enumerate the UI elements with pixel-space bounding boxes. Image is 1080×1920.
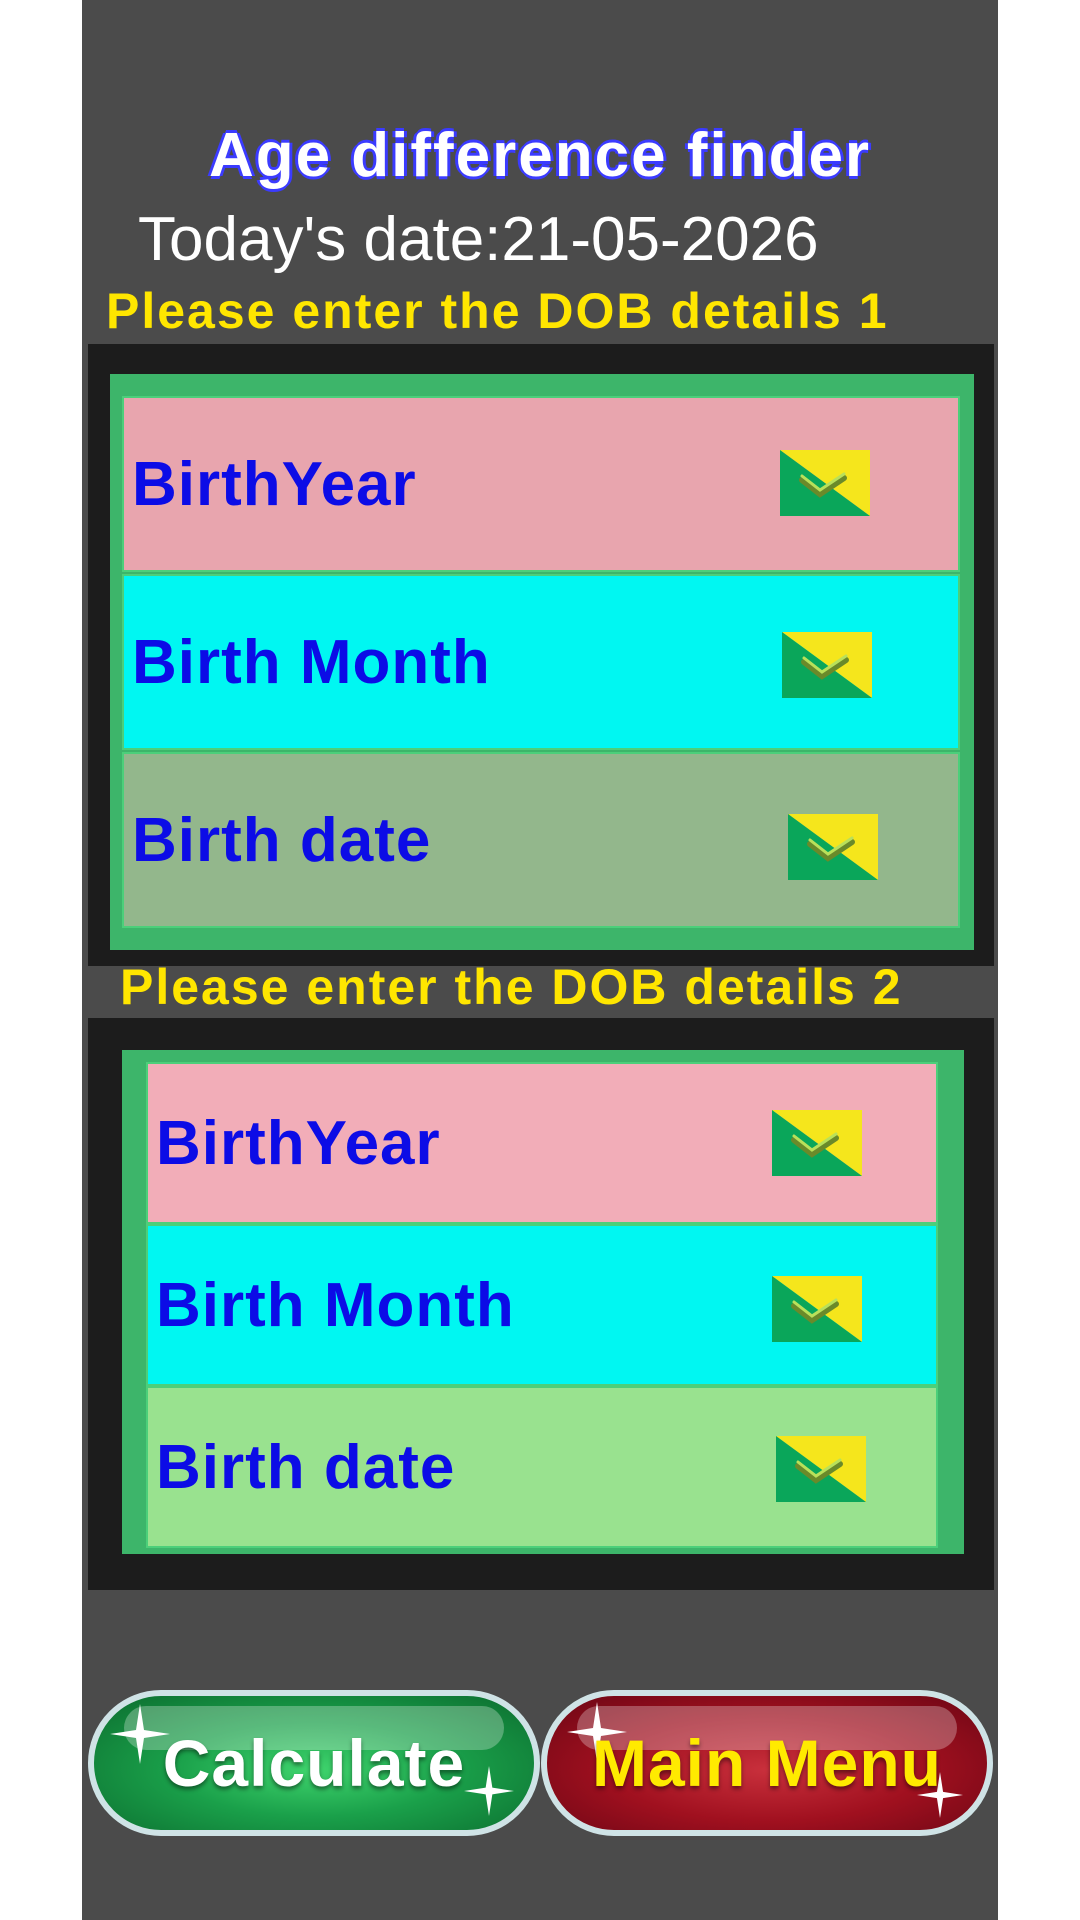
birth-month-label: Birth Month — [156, 1270, 515, 1340]
page-title: Age difference finder — [208, 121, 872, 190]
birth-year-select-1[interactable]: BirthYear — [122, 396, 960, 572]
birth-date-select-1[interactable]: Birth date — [122, 752, 960, 928]
dropdown-icon[interactable] — [772, 1276, 862, 1342]
birth-month-select-1[interactable]: Birth Month — [122, 574, 960, 750]
dob-prompt-1: Please enter the DOB details 1 — [106, 283, 889, 339]
sparkle-icon — [464, 1766, 514, 1816]
main-menu-button-label: Main Menu — [592, 1726, 942, 1800]
birth-date-label: Birth date — [132, 805, 432, 875]
dob-panel-2-inner: BirthYear Birth Month Birth date — [122, 1050, 964, 1554]
calculate-button-label: Calculate — [162, 1726, 466, 1800]
dropdown-icon[interactable] — [788, 814, 878, 880]
dropdown-icon[interactable] — [772, 1110, 862, 1176]
dob-panel-2: BirthYear Birth Month Birth date — [88, 1018, 994, 1590]
birth-year-label: BirthYear — [156, 1108, 441, 1178]
dropdown-icon[interactable] — [776, 1436, 866, 1502]
sparkle-icon — [110, 1704, 170, 1764]
app-screen: Age difference finder Today's date:21-05… — [82, 0, 998, 1920]
dob-panel-1-inner: BirthYear Birth Month Birth date — [110, 374, 974, 950]
birth-year-label: BirthYear — [132, 449, 417, 519]
dob-panel-1: BirthYear Birth Month Birth date — [88, 344, 994, 966]
dob-prompt-2: Please enter the DOB details 2 — [120, 959, 903, 1015]
today-date: Today's date:21-05-2026 — [138, 205, 819, 274]
main-menu-button[interactable]: Main Menu — [541, 1690, 993, 1836]
calculate-button[interactable]: Calculate — [88, 1690, 540, 1836]
birth-date-select-2[interactable]: Birth date — [146, 1386, 938, 1548]
birth-month-select-2[interactable]: Birth Month — [146, 1224, 938, 1386]
dropdown-icon[interactable] — [780, 450, 870, 516]
birth-year-select-2[interactable]: BirthYear — [146, 1062, 938, 1224]
birth-month-label: Birth Month — [132, 627, 491, 697]
birth-date-label: Birth date — [156, 1432, 456, 1502]
dropdown-icon[interactable] — [782, 632, 872, 698]
